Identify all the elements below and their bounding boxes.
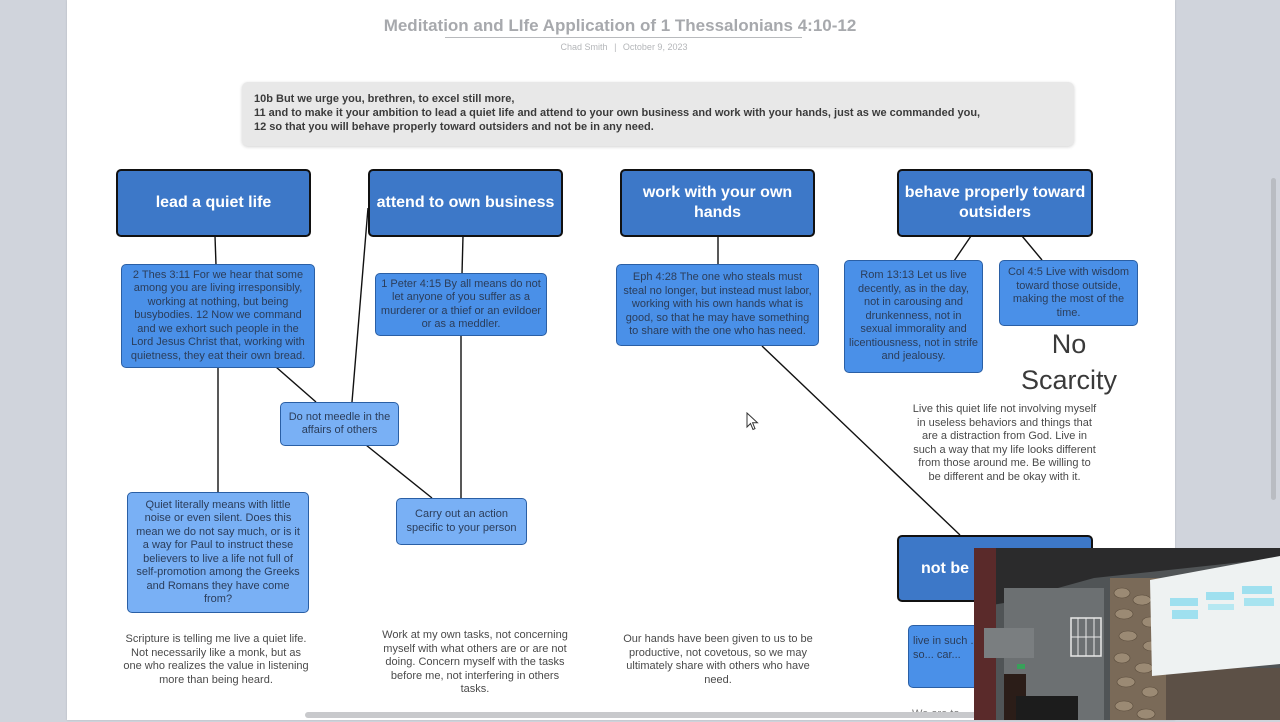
scripture-passage: 10b But we urge you, brethren, to excel … (242, 82, 1074, 146)
title-underline (445, 37, 802, 38)
mouse-cursor-icon (746, 411, 760, 437)
node-carry-out-action[interactable]: Carry out an action specific to your per… (396, 498, 527, 545)
webcam-video-overlay (974, 548, 1280, 720)
webcam-scene (974, 548, 1280, 720)
note-business: Work at my own tasks, not concerning mys… (382, 629, 568, 696)
node-1-peter-4-15[interactable]: 1 Peter 4:15 By all means do not let any… (375, 273, 547, 336)
node-do-not-meddle[interactable]: Do not meedle in the affairs of others (280, 402, 399, 446)
verse-line: 11 and to make it your ambition to lead … (254, 107, 981, 119)
byline-separator: | (614, 42, 617, 52)
verse-line: 10b But we urge you, brethren, to excel … (254, 93, 515, 105)
heading-lead-quiet-life[interactable]: lead a quiet life (116, 169, 311, 237)
author: Chad Smith (560, 42, 608, 52)
document-title: Meditation and LIfe Application of 1 The… (383, 16, 857, 35)
node-eph-4-28[interactable]: Eph 4:28 The one who steals must steal n… (616, 264, 819, 346)
note-hands: Our hands have been given to us to be pr… (623, 633, 813, 686)
horizontal-scrollbar[interactable] (305, 712, 985, 718)
verse-line: 12 so that you will behave properly towa… (254, 121, 654, 133)
date: October 9, 2023 (622, 42, 688, 52)
note-quiet-life: Scripture is telling me live a quiet lif… (123, 633, 309, 686)
vertical-scrollbar[interactable] (1271, 178, 1276, 500)
no-scarcity-label: No Scarcity (1020, 329, 1118, 395)
node-quiet-meaning[interactable]: Quiet literally means with little noise … (127, 492, 309, 613)
heading-work-own-hands[interactable]: work with your own hands (620, 169, 815, 237)
note-outsiders: Live this quiet life not involving mysel… (912, 403, 1097, 483)
heading-attend-own-business[interactable]: attend to own business (368, 169, 563, 237)
node-rom-13-13[interactable]: Rom 13:13 Let us live decently, as in th… (844, 260, 983, 373)
node-col-4-5[interactable]: Col 4:5 Live with wisdom toward those ou… (999, 260, 1138, 326)
heading-behave-properly[interactable]: behave properly toward outsiders (897, 169, 1093, 237)
document-byline: Chad Smith | October 9, 2023 (0, 42, 1248, 52)
node-2-thes-3-11[interactable]: 2 Thes 3:11 For we hear that some among … (121, 264, 315, 368)
